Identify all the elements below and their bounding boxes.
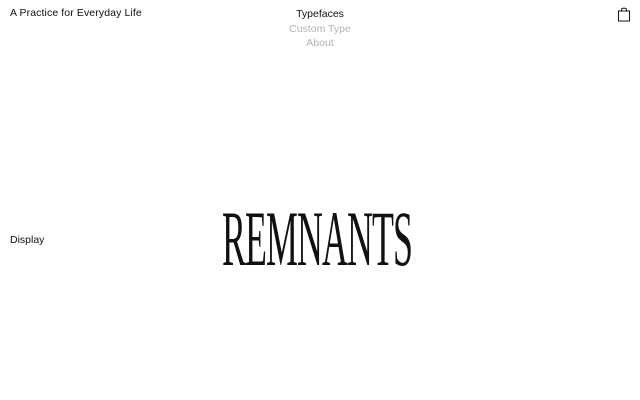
nav-typefaces[interactable]: Typefaces xyxy=(220,7,420,22)
nav-about[interactable]: About xyxy=(220,36,420,51)
typeface-specimen: REMNANTS xyxy=(222,198,413,280)
shopping-bag-icon xyxy=(618,7,630,22)
nav-custom-type[interactable]: Custom Type xyxy=(220,22,420,37)
typeface-specimen-link[interactable]: REMNANTS xyxy=(222,198,418,280)
typeface-category: Display xyxy=(10,234,45,246)
cart-button[interactable] xyxy=(617,6,631,22)
main-nav: Typefaces Custom Type About xyxy=(220,7,420,51)
brand-link[interactable]: A Practice for Everyday Life xyxy=(10,7,142,19)
